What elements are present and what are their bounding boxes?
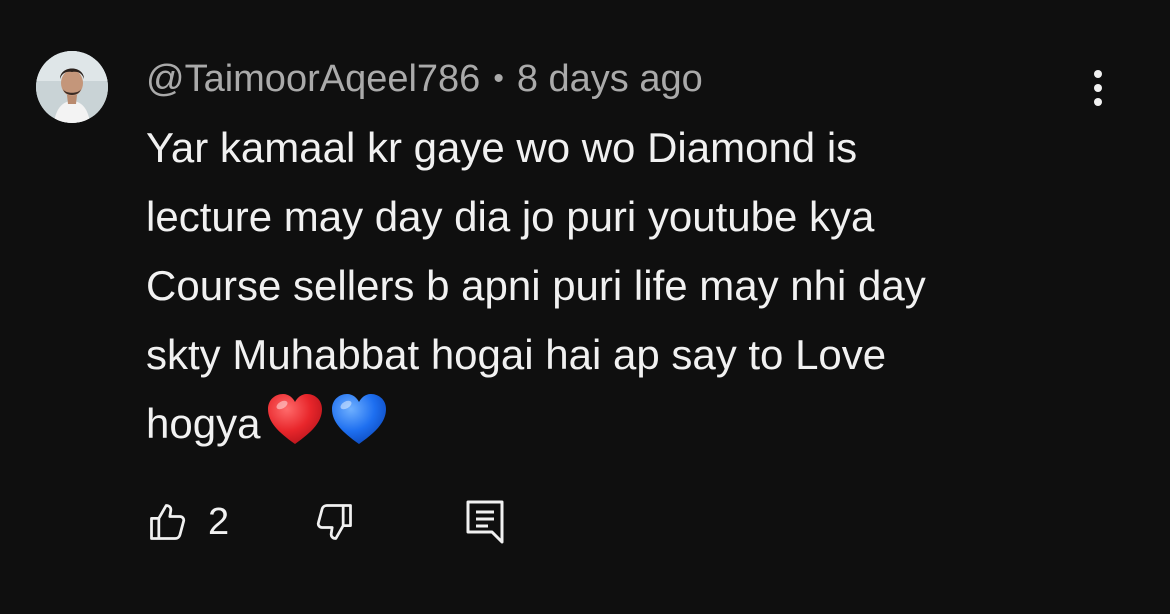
avatar[interactable] (36, 51, 108, 123)
blue-heart-emoji (330, 392, 388, 446)
comment-timestamp[interactable]: 8 days ago (517, 58, 703, 101)
dislike-button[interactable] (312, 497, 356, 547)
reply-button[interactable] (464, 497, 506, 547)
author-name[interactable]: @TaimoorAqeel786 (146, 58, 480, 101)
comment-text: Yar kamaal kr gaye wo wo Diamond is lect… (146, 124, 926, 447)
reply-comment-icon (466, 500, 504, 544)
comment-body: Yar kamaal kr gaye wo wo Diamond is lect… (146, 113, 1136, 458)
menu-dot (1094, 84, 1102, 92)
meta-separator: • (493, 62, 504, 95)
thumbs-down-icon (316, 504, 352, 540)
like-count: 2 (208, 500, 230, 543)
red-heart-emoji (266, 392, 324, 446)
menu-dot (1094, 70, 1102, 78)
thumbs-up-icon (150, 504, 186, 540)
like-button[interactable]: 2 (146, 497, 229, 547)
more-vertical-icon[interactable] (1080, 66, 1116, 110)
comment-meta: @TaimoorAqeel786 • 8 days ago (146, 55, 703, 103)
avatar-image (36, 51, 108, 123)
menu-dot (1094, 98, 1102, 106)
